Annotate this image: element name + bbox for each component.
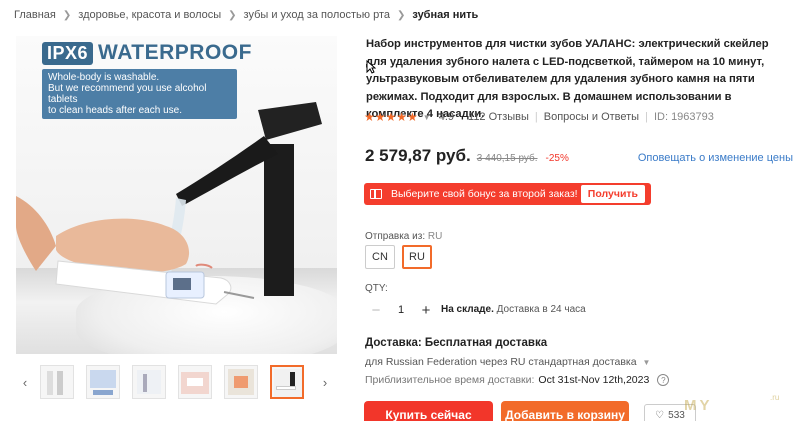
star-rating-icon: ★★★★★ — [364, 110, 418, 124]
chevron-right-icon: ❯ — [396, 9, 406, 21]
image-note-line: But we recommend you use alcohol tablets — [48, 83, 207, 105]
add-to-cart-button[interactable]: Добавить в корзину — [501, 401, 629, 421]
thumbnail-strip: ‹ › — [16, 362, 337, 402]
stock-bold: На складе. — [441, 304, 494, 315]
image-note: Whole-body is washable. But we recommend… — [42, 69, 237, 119]
thumbnail[interactable] — [86, 365, 120, 399]
mouse-cursor-icon — [366, 60, 376, 74]
qa-link[interactable]: Вопросы и Ответы — [544, 111, 639, 123]
price-row: 2 579,87 руб. 3 440,15 руб. -25% Оповеща… — [365, 146, 793, 166]
ipx-label: IPX6 — [42, 41, 94, 65]
stock-delivery: Доставка в 24 часа — [496, 304, 586, 315]
ship-option-cn[interactable]: CN — [365, 245, 395, 269]
delivery-eta: Приблизительное время доставки: Oct 31st… — [365, 374, 670, 386]
quantity-stepper: − 1 + — [365, 298, 437, 322]
thumbnail[interactable] — [224, 365, 258, 399]
gift-icon — [370, 189, 382, 199]
waterproof-badge: IPX6 WATERPROOF — [42, 41, 252, 65]
heart-icon: ♡ — [655, 409, 665, 421]
eta-label: Приблизительное время доставки: — [365, 374, 535, 386]
rating-row: ★★★★★ ▼ 4.9 112 Отзывы | Вопросы и Ответ… — [364, 110, 714, 124]
breadcrumb-teeth[interactable]: зубы и уход за полостью рта — [244, 9, 390, 21]
bonus-banner: Выберите свой бонус за второй заказ! Пол… — [364, 183, 651, 205]
old-price: 3 440,15 руб. — [476, 153, 538, 164]
qty-value[interactable]: 1 — [387, 304, 415, 316]
qty-increase-button[interactable]: + — [415, 302, 437, 319]
price-alert-link[interactable]: Оповещать о изменение цены — [638, 152, 793, 164]
stock-status: На складе. Доставка в 24 часа — [441, 304, 586, 315]
waterproof-label: WATERPROOF — [98, 41, 252, 64]
ship-option-ru[interactable]: RU — [402, 245, 432, 269]
buy-now-button[interactable]: Купить сейчас — [364, 401, 493, 421]
product-main-image[interactable]: IPX6 WATERPROOF Whole-body is washable. … — [16, 36, 337, 354]
eta-date: Oct 31st-Nov 12th,2023 — [538, 374, 650, 386]
breadcrumb-health[interactable]: здоровье, красота и волосы — [78, 9, 221, 21]
delivery-title-label: Доставка: — [365, 337, 422, 349]
claim-bonus-button[interactable]: Получить — [580, 185, 645, 203]
delivery-title-value: Бесплатная доставка — [424, 337, 548, 349]
chevron-down-icon: ▼ — [642, 358, 651, 367]
wishlist-count: 533 — [668, 409, 685, 421]
delivery-title: Доставка: Бесплатная доставка — [365, 337, 547, 349]
reviews-link[interactable]: 112 Отзывы — [468, 111, 529, 123]
product-id: ID: 1963793 — [653, 111, 714, 123]
chevron-down-icon[interactable]: ▼ — [423, 113, 431, 122]
qty-decrease-button[interactable]: − — [365, 302, 387, 319]
ship-from-value: RU — [427, 231, 443, 242]
bonus-text: Выберите свой бонус за второй заказ! — [391, 188, 578, 200]
delivery-method[interactable]: для Russian Federation через RU стандарт… — [365, 356, 650, 368]
watermark-small: .ru — [770, 393, 780, 402]
breadcrumb-current: зубная нить — [412, 9, 479, 21]
ship-from-label: Отправка из: RU — [365, 231, 442, 242]
delivery-method-text: для Russian Federation через RU стандарт… — [365, 356, 637, 368]
thumbnail-active[interactable] — [270, 365, 304, 399]
info-icon[interactable]: ? — [657, 374, 670, 386]
divider: | — [534, 111, 538, 123]
thumb-next-icon[interactable]: › — [316, 375, 334, 390]
current-price: 2 579,87 руб. — [365, 146, 471, 165]
breadcrumb: Главная ❯ здоровье, красота и волосы ❯ з… — [14, 9, 478, 21]
image-note-line: to clean heads after each use. — [48, 105, 182, 116]
discount-badge: -25% — [545, 153, 569, 164]
ship-from-title: Отправка из: — [365, 231, 426, 242]
divider: | — [645, 111, 648, 123]
breadcrumb-home[interactable]: Главная — [14, 9, 56, 21]
chevron-right-icon: ❯ — [228, 9, 237, 21]
rating-value: 4.9 — [438, 111, 455, 123]
thumbnail[interactable] — [132, 365, 166, 399]
thumb-prev-icon[interactable]: ‹ — [16, 375, 34, 390]
chevron-right-icon: ❯ — [62, 9, 72, 21]
thumbnail[interactable] — [178, 365, 212, 399]
thumbnail[interactable] — [40, 365, 74, 399]
watermark: MY — [684, 397, 713, 414]
qty-label: QTY: — [365, 283, 388, 294]
image-note-line: Whole-body is washable. — [48, 72, 160, 83]
